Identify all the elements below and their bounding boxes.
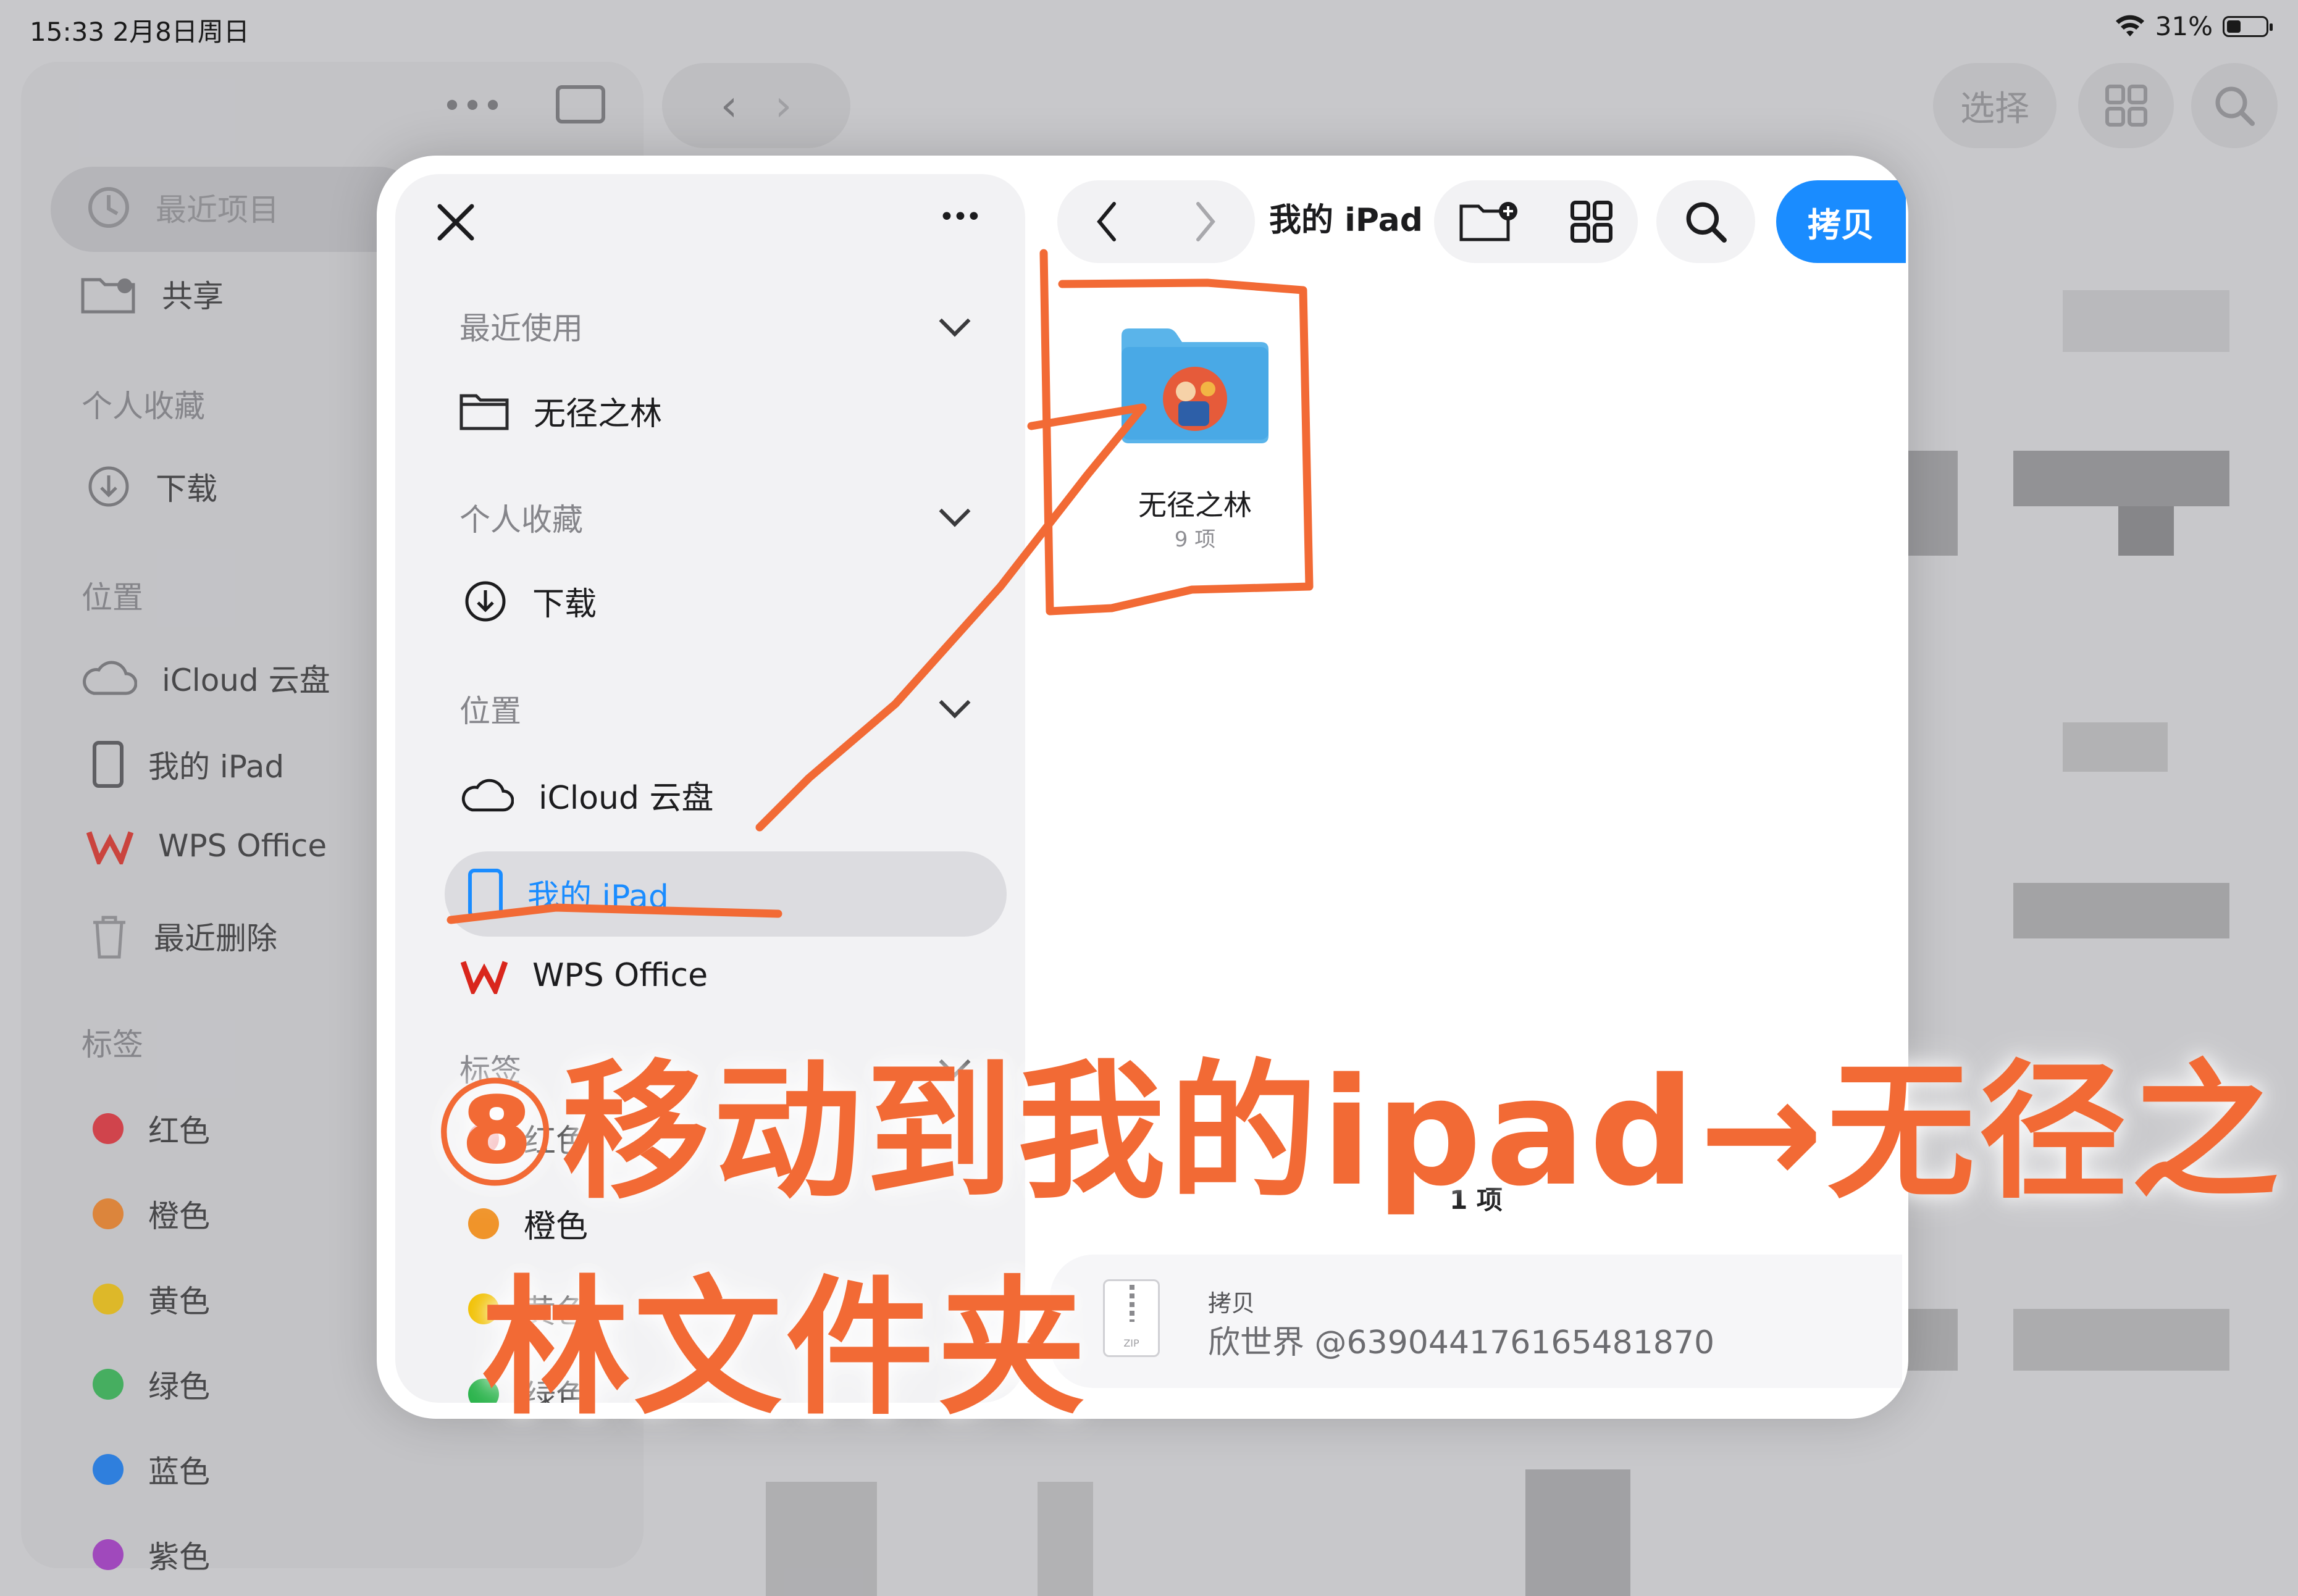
annotation-strokes [447,249,1314,924]
annotation-step-text-line1: ⑧移动到我的ipad→无径之 [432,1046,2283,1219]
annotation-step-text-line2: 林文件夹 [482,1262,1090,1435]
